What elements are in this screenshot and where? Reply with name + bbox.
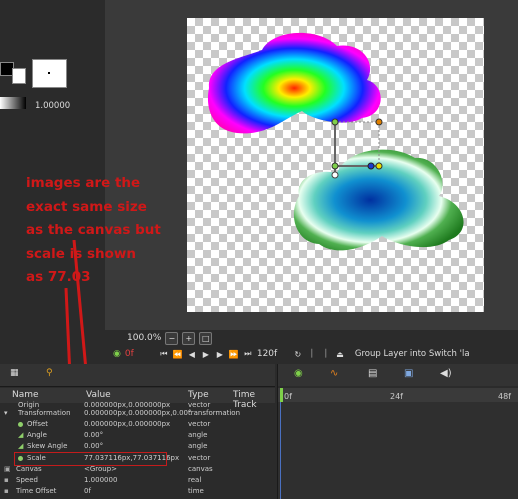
angle-icon: ◢ (18, 431, 24, 439)
curves-tab-icon[interactable]: ∿ (330, 368, 338, 379)
brush-size-value: 1.00000 (35, 101, 71, 111)
param-type: vector (188, 454, 211, 462)
document-canvas[interactable] (187, 18, 484, 312)
param-name: Speed (16, 476, 38, 484)
ruler-tick: 48f (498, 392, 511, 401)
timetrack-tabs: ◉ ∿ ▤ ▣ ◀) (278, 364, 518, 386)
param-value[interactable]: 0.00° (84, 441, 103, 452)
brush-preview (32, 59, 67, 88)
param-name: Transformation (18, 409, 71, 417)
next-frame-icon[interactable]: ▶ (215, 350, 225, 359)
status-text: Group Layer into Switch 'la (354, 349, 470, 359)
annotation-line: as 77.03 (26, 269, 91, 285)
ruler-tick: 0f (284, 392, 292, 401)
end-frame[interactable]: 120f (257, 349, 289, 359)
header-name[interactable]: Name (12, 390, 39, 400)
expander-icon[interactable]: ▾ (4, 408, 8, 419)
param-value[interactable]: 0.000000px,0.000000px,0.00° (84, 408, 192, 419)
param-name: Angle (27, 431, 47, 439)
param-name: Time Offset (16, 487, 57, 495)
time-offset-icon: ▪ (4, 487, 9, 495)
param-row-skew-angle[interactable]: ◢ Skew Angle 0.00° angle (0, 441, 275, 452)
lock-tab-icon[interactable]: ▣ (404, 368, 413, 379)
param-type: canvas (188, 465, 213, 473)
zoom-out-icon[interactable]: − (165, 331, 179, 345)
zoom-value: 100.0% (127, 333, 162, 343)
loop-icon[interactable]: ↻ (293, 350, 303, 359)
param-value[interactable]: 0.00° (84, 430, 103, 441)
library-tab-icon[interactable]: ⚲ (46, 368, 53, 378)
param-row-speed[interactable]: ▪ Speed 1.000000 real (0, 475, 275, 486)
timetrack-panel: ◉ ∿ ▤ ▣ ◀) 0f 24f 48f (277, 364, 518, 499)
annotation-line: as the canvas but (26, 222, 161, 238)
zoom-in-icon[interactable]: + (182, 331, 196, 345)
param-type: time (188, 487, 204, 495)
param-type: angle (188, 431, 208, 439)
current-frame[interactable]: 0f (125, 349, 155, 359)
sound-tab-icon[interactable]: ◀) (440, 368, 452, 379)
playback-bar: ◉ 0f ⏮ ⏪ ◀ ▶ ▶ ⏩ ⏭ 120f ↻ ⏐ ⏐ ⏏ Group La… (105, 346, 518, 362)
speed-icon: ▪ (4, 476, 9, 484)
time-cursor-line (280, 402, 281, 499)
jack-icon[interactable]: ⏏ (335, 350, 345, 359)
param-type: vector (188, 420, 211, 428)
fill-color-swatch[interactable] (12, 68, 26, 84)
param-row-transformation[interactable]: ▾ Transformation 0.000000px,0.000000px,0… (0, 408, 275, 419)
scale-highlight-box (14, 452, 167, 466)
seek-end-icon[interactable]: ⏭ (243, 349, 253, 359)
keyframes-tab-icon[interactable]: ▤ (368, 368, 377, 379)
timetrack-tab-icon[interactable]: ◉ (294, 368, 303, 379)
param-row-angle[interactable]: ◢ Angle 0.00° angle (0, 430, 275, 441)
param-type: real (188, 476, 202, 484)
param-name: Skew Angle (27, 442, 68, 450)
param-name: Offset (27, 420, 49, 428)
param-type: transformation (188, 409, 241, 417)
zoom-bar: 100.0% − + □ (105, 330, 518, 346)
canvas-icon: ▣ (4, 465, 11, 473)
time-cursor[interactable] (280, 388, 283, 402)
param-row-offset[interactable]: Offset 0.000000px,0.000000px vector (0, 419, 275, 430)
time-ruler[interactable]: 0f 24f 48f (278, 388, 518, 402)
params-panel: ▦ ⚲ Name Value Type Time Track Origin 0.… (0, 364, 275, 499)
param-value[interactable]: 0.000000px,0.000000px (84, 419, 170, 430)
param-row-time-offset[interactable]: ▪ Time Offset 0f time (0, 486, 275, 497)
prev-frame-icon[interactable]: ◀ (187, 350, 197, 359)
annotation-text: images are the exact same size as the ca… (26, 172, 186, 290)
annotation-line: exact same size (26, 198, 147, 215)
play-icon[interactable]: ▶ (201, 350, 211, 359)
skew-angle-icon: ◢ (18, 442, 24, 450)
param-value[interactable]: 0f (84, 486, 91, 497)
params-tabs: ▦ ⚲ (0, 364, 275, 387)
prev-keyframe-icon[interactable]: ⏪ (173, 350, 183, 359)
param-value[interactable]: 1.000000 (84, 475, 117, 486)
offset-icon (18, 422, 23, 427)
annotation-line: images are the (26, 175, 141, 191)
bounds-end-icon[interactable]: ⏐ (321, 349, 331, 359)
header-value[interactable]: Value (86, 390, 111, 400)
seek-begin-icon[interactable]: ⏮ (159, 349, 169, 359)
track-area[interactable] (278, 402, 518, 499)
ruler-tick: 24f (390, 392, 403, 401)
header-type[interactable]: Type (188, 390, 209, 400)
param-type: angle (188, 442, 208, 450)
animation-mode-icon[interactable]: ◉ (113, 349, 121, 359)
next-keyframe-icon[interactable]: ⏩ (229, 350, 239, 359)
annotation-line: scale is shown (26, 245, 136, 262)
zoom-fit-icon[interactable]: □ (199, 331, 213, 345)
canvas-artwork (207, 32, 464, 251)
gradient-swatch[interactable] (0, 97, 26, 109)
params-tab-icon[interactable]: ▦ (10, 368, 19, 378)
rainbow-blob (207, 32, 381, 134)
bounds-icon[interactable]: ⏐ (307, 349, 317, 359)
